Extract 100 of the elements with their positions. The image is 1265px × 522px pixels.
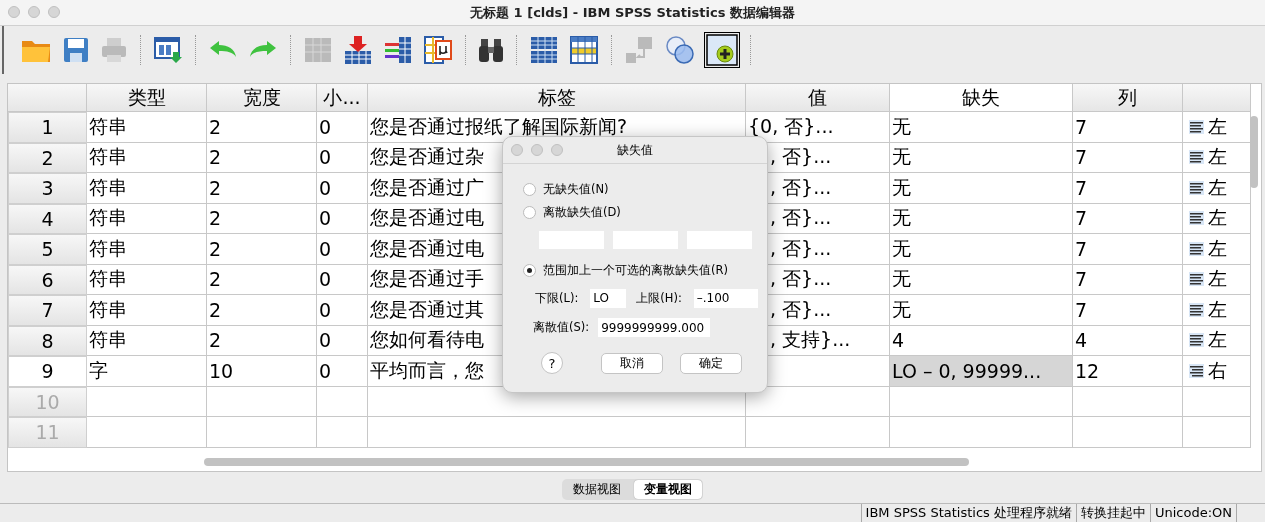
column-header[interactable]: 小... xyxy=(317,84,368,112)
table-cell: 2 xyxy=(207,203,317,234)
table-cell: 12 xyxy=(1073,356,1183,387)
table-cell: 4 xyxy=(1073,325,1183,356)
align-text: 左 xyxy=(1208,205,1227,231)
table-cell: 无 xyxy=(890,112,1073,143)
table-cell: 7 xyxy=(1073,142,1183,173)
table-cell: 2 xyxy=(207,295,317,326)
table-cell: 0 xyxy=(317,264,368,295)
row-header[interactable]: 7 xyxy=(8,295,87,326)
table-cell: 7 xyxy=(1073,173,1183,204)
input-field[interactable]: 9999999999.000 xyxy=(598,318,711,337)
table-cell: 0 xyxy=(317,142,368,173)
window-control[interactable] xyxy=(28,6,40,18)
table-cell: 符串 xyxy=(87,325,207,356)
row-header[interactable]: 9 xyxy=(8,356,87,387)
column-header[interactable]: 类型 xyxy=(87,84,207,112)
row-header[interactable]: 2 xyxy=(8,142,87,173)
window-control[interactable] xyxy=(8,6,20,18)
radio-button[interactable] xyxy=(523,264,536,277)
window-control[interactable] xyxy=(531,144,543,156)
align-text: 左 xyxy=(1208,174,1227,200)
status-text: Unicode:ON xyxy=(1149,504,1236,522)
table-cell: 2 xyxy=(207,173,317,204)
help-button[interactable]: ? xyxy=(541,352,563,374)
align-text: 左 xyxy=(1208,327,1227,353)
window-control[interactable] xyxy=(551,144,563,156)
column-header[interactable] xyxy=(1183,84,1251,112)
vertical-scrollbar[interactable] xyxy=(1250,116,1258,188)
table-cell: 无 xyxy=(890,203,1073,234)
status-text: 转换挂起中 xyxy=(1075,504,1150,522)
table-cell: 符串 xyxy=(87,112,207,143)
option-label[interactable]: 离散缺失值(D) xyxy=(543,205,621,220)
align-text: 左 xyxy=(1208,266,1227,292)
table-cell: 2 xyxy=(207,142,317,173)
input-field[interactable]: –.100 xyxy=(693,288,758,308)
view-tab[interactable]: 数据视图 xyxy=(563,480,631,499)
table-cell: 符串 xyxy=(87,295,207,326)
table-cell: 7 xyxy=(1073,295,1183,326)
window-control[interactable] xyxy=(511,144,523,156)
table-cell xyxy=(1183,417,1251,448)
table-cell: 符串 xyxy=(87,234,207,265)
cancel-button[interactable]: 取消 xyxy=(601,352,663,374)
table-cell: 无 xyxy=(890,264,1073,295)
table-cell: 无 xyxy=(890,173,1073,204)
align-text: 左 xyxy=(1208,296,1227,322)
row-header[interactable]: 3 xyxy=(8,173,87,204)
table-cell: 2 xyxy=(207,264,317,295)
option-label[interactable]: 范围加上一个可选的离散缺失值(R) xyxy=(543,263,728,278)
table-cell: 0 xyxy=(317,203,368,234)
table-cell: 0 xyxy=(317,325,368,356)
ok-button[interactable]: 确定 xyxy=(680,352,742,374)
row-header[interactable]: 1 xyxy=(8,112,87,143)
table-cell: 7 xyxy=(1073,203,1183,234)
row-header[interactable]: 5 xyxy=(8,234,87,265)
align-text: 右 xyxy=(1208,357,1227,383)
column-header[interactable]: 宽度 xyxy=(207,84,317,112)
radio-button[interactable] xyxy=(523,183,536,196)
input-field[interactable]: LO xyxy=(590,288,627,308)
table-cell: 字 xyxy=(87,356,207,387)
column-header[interactable]: 标签 xyxy=(368,84,746,112)
table-cell: 符串 xyxy=(87,142,207,173)
table-cell: 2 xyxy=(207,234,317,265)
window-title: 无标题 1 [clds] - IBM SPSS Statistics 数据编辑器 xyxy=(470,3,795,22)
row-header[interactable]: 8 xyxy=(8,325,87,356)
table-cell: 0 xyxy=(317,234,368,265)
table-cell: 符串 xyxy=(87,173,207,204)
option-label[interactable]: 无缺失值(N) xyxy=(543,182,609,197)
radio-button[interactable] xyxy=(523,206,536,219)
horizontal-scrollbar[interactable] xyxy=(204,458,969,466)
align-text: 左 xyxy=(1208,113,1227,139)
table-cell: 无 xyxy=(890,295,1073,326)
view-tab[interactable]: 变量视图 xyxy=(634,480,702,499)
table-cell: LO – 0, 99999... xyxy=(890,356,1073,387)
table-cell: 10 xyxy=(207,356,317,387)
table-cell: 7 xyxy=(1073,264,1183,295)
table-cell: 无 xyxy=(890,142,1073,173)
table-cell: 7 xyxy=(1073,112,1183,143)
table-cell: 2 xyxy=(207,112,317,143)
table-cell: 符串 xyxy=(87,264,207,295)
table-cell: 2 xyxy=(207,325,317,356)
dialog-title: 缺失值 xyxy=(617,141,653,159)
table-cell xyxy=(317,417,368,448)
table-cell: 0 xyxy=(317,173,368,204)
table-cell: 0 xyxy=(317,356,368,387)
table-cell: 无 xyxy=(890,234,1073,265)
column-header[interactable]: 缺失 xyxy=(890,84,1073,112)
status-text: IBM SPSS Statistics 处理程序就绪 xyxy=(860,504,1076,522)
table-cell: 7 xyxy=(1073,234,1183,265)
row-header[interactable]: 6 xyxy=(8,264,87,295)
column-header[interactable]: 值 xyxy=(746,84,890,112)
table-cell: 0 xyxy=(317,112,368,143)
align-text: 左 xyxy=(1208,144,1227,170)
table-cell: 符串 xyxy=(87,203,207,234)
column-header[interactable]: 列 xyxy=(1073,84,1183,112)
align-text: 左 xyxy=(1208,235,1227,261)
row-header[interactable]: 4 xyxy=(8,203,87,234)
window-control[interactable] xyxy=(48,6,60,18)
table-cell xyxy=(317,386,368,417)
table-cell: 0 xyxy=(317,295,368,326)
